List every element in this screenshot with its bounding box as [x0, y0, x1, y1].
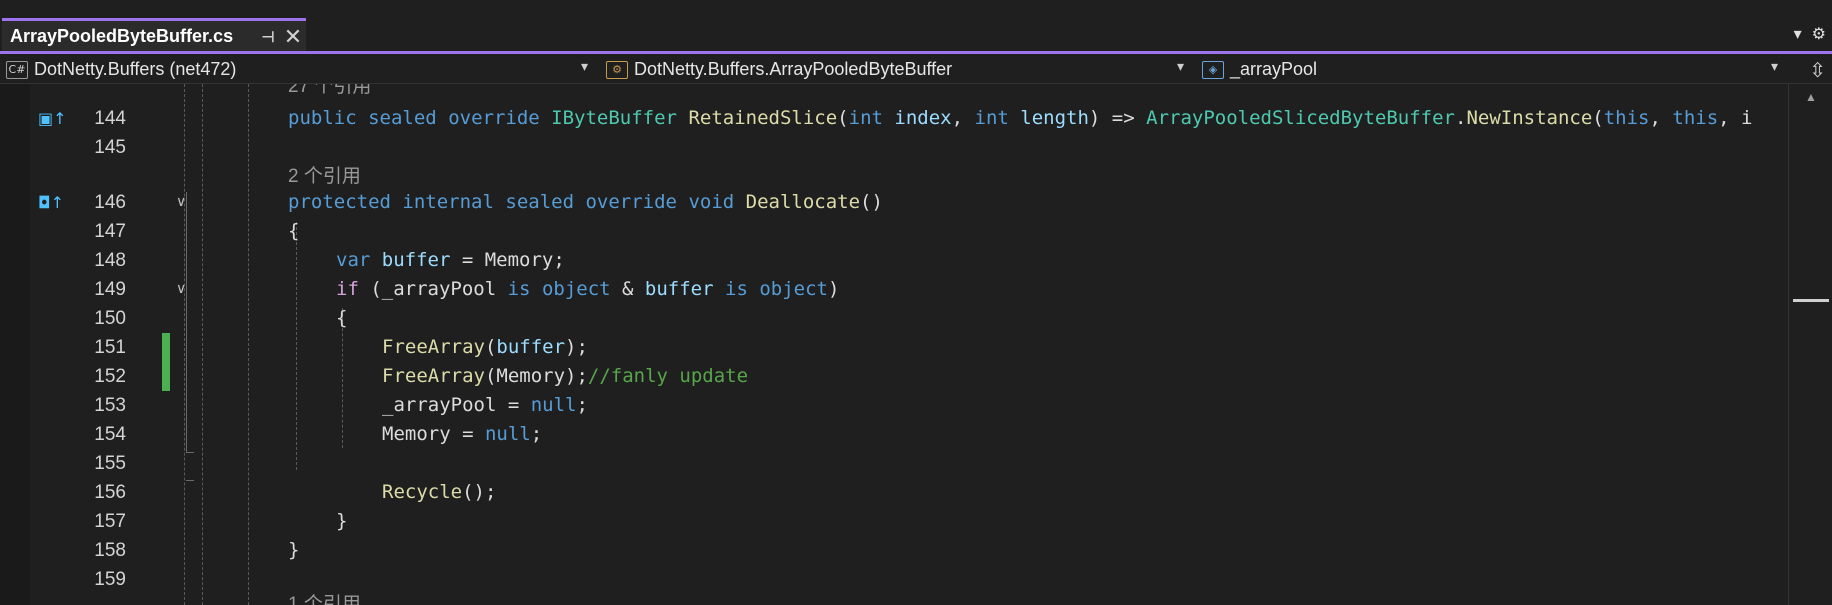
line-number: 151	[94, 337, 126, 358]
chevron-down-icon[interactable]: ▾	[581, 58, 588, 75]
codelens-references[interactable]: 1 个引用	[288, 590, 361, 605]
code-line: ▣↑ 144 public sealed override IByteBuffe…	[0, 104, 1788, 133]
line-number: 157	[94, 511, 126, 532]
code-text: protected internal sealed override void …	[288, 191, 883, 213]
collapse-chevron-icon[interactable]: ∨	[176, 188, 186, 217]
chevron-down-icon[interactable]: ▾	[1794, 24, 1802, 44]
code-line: 145	[0, 133, 1788, 162]
override-marker-icon[interactable]: ◘↑	[38, 188, 64, 217]
code-text: Memory = null;	[382, 423, 543, 445]
line-number: 158	[94, 540, 126, 561]
line-number: 148	[94, 250, 126, 271]
member-dropdown[interactable]: ◈ _arrayPool ▾	[1196, 56, 1786, 83]
code-text: }	[336, 510, 348, 532]
code-text: _arrayPool = null;	[382, 394, 588, 416]
tab-title: ArrayPooledByteBuffer.cs	[10, 26, 234, 46]
code-line: 148 var buffer = Memory;	[0, 246, 1788, 275]
code-line: ◘↑ 146 ∨ protected internal sealed overr…	[0, 188, 1788, 217]
scroll-position-marker	[1793, 299, 1829, 302]
class-icon: ⚙	[606, 60, 628, 79]
line-number: 146	[94, 192, 126, 213]
line-number: 155	[94, 453, 126, 474]
code-text: if (_arrayPool is object & buffer is obj…	[336, 278, 840, 300]
chevron-down-icon[interactable]: ▾	[1771, 58, 1778, 75]
code-text: FreeArray(buffer);	[382, 336, 588, 358]
codelens-line: 1 个引用	[0, 590, 1788, 605]
code-text: public sealed override IByteBuffer Retai…	[288, 107, 1753, 129]
code-text: {	[336, 307, 348, 329]
line-number: 144	[94, 108, 126, 129]
line-number: 152	[94, 366, 126, 387]
code-text: {	[288, 220, 300, 242]
line-number: 149	[94, 279, 126, 300]
type-dropdown[interactable]: ⚙ DotNetty.Buffers.ArrayPooledByteBuffer…	[600, 56, 1192, 83]
code-editor-window: ArrayPooledByteBuffer.cs ⊣ ✕ ▾ ⚙ C# DotN…	[0, 0, 1832, 605]
codelens-references[interactable]: 2 个引用	[288, 162, 361, 191]
split-window-icon[interactable]: ⇳	[1809, 58, 1826, 83]
code-line: 151 FreeArray(buffer);	[0, 333, 1788, 362]
code-text: Recycle();	[382, 481, 497, 503]
line-number: 145	[94, 137, 126, 158]
scroll-up-arrow-icon[interactable]: ▲	[1789, 90, 1832, 104]
line-number: 150	[94, 308, 126, 329]
code-line: 157 }	[0, 507, 1788, 536]
code-line: 147 {	[0, 217, 1788, 246]
project-dropdown[interactable]: C# DotNetty.Buffers (net472) ▾	[0, 56, 596, 83]
close-icon[interactable]: ✕	[280, 24, 306, 50]
project-label: DotNetty.Buffers (net472)	[34, 59, 237, 79]
line-number: 147	[94, 221, 126, 242]
line-number: 156	[94, 482, 126, 503]
code-text: FreeArray(Memory);//fanly update	[382, 365, 749, 387]
code-editor[interactable]: 27 个引用 ▣↑ 144 public sealed override IBy…	[0, 84, 1788, 605]
code-line: 149 ∨ if (_arrayPool is object & buffer …	[0, 275, 1788, 304]
code-line: 156 Recycle();	[0, 478, 1788, 507]
code-line: 150 {	[0, 304, 1788, 333]
code-line: 152 FreeArray(Memory);//fanly update	[0, 362, 1788, 391]
code-line: 158 }	[0, 536, 1788, 565]
field-icon: ◈	[1202, 60, 1224, 79]
code-text: }	[288, 539, 300, 561]
collapse-chevron-icon[interactable]: ∨	[176, 275, 186, 304]
tabstrip-controls: ▾ ⚙	[1794, 24, 1826, 44]
code-text: var buffer = Memory;	[336, 249, 565, 271]
codelens-line: 2 个引用	[0, 162, 1788, 191]
chevron-down-icon[interactable]: ▾	[1177, 58, 1184, 75]
pin-icon[interactable]: ⊣	[256, 28, 280, 46]
line-number: 153	[94, 395, 126, 416]
line-number: 154	[94, 424, 126, 445]
override-marker-icon[interactable]: ▣↑	[38, 104, 67, 133]
navigation-bar: C# DotNetty.Buffers (net472) ▾ ⚙ DotNett…	[0, 54, 1832, 84]
member-label: _arrayPool	[1230, 59, 1318, 79]
document-tab[interactable]: ArrayPooledByteBuffer.cs ⊣ ✕	[2, 18, 306, 52]
code-line: 155	[0, 449, 1788, 478]
codelens-references[interactable]: 27 个引用	[288, 84, 371, 101]
type-label: DotNetty.Buffers.ArrayPooledByteBuffer	[634, 59, 953, 79]
codelens-line: 27 个引用	[0, 84, 1788, 101]
code-line: 153 _arrayPool = null;	[0, 391, 1788, 420]
vertical-scrollbar[interactable]: ▲	[1788, 84, 1832, 605]
gear-icon[interactable]: ⚙	[1812, 24, 1826, 44]
code-line: 154 Memory = null;	[0, 420, 1788, 449]
document-tab-strip: ArrayPooledByteBuffer.cs ⊣ ✕ ▾ ⚙	[0, 0, 1832, 52]
csharp-project-icon: C#	[6, 60, 28, 79]
